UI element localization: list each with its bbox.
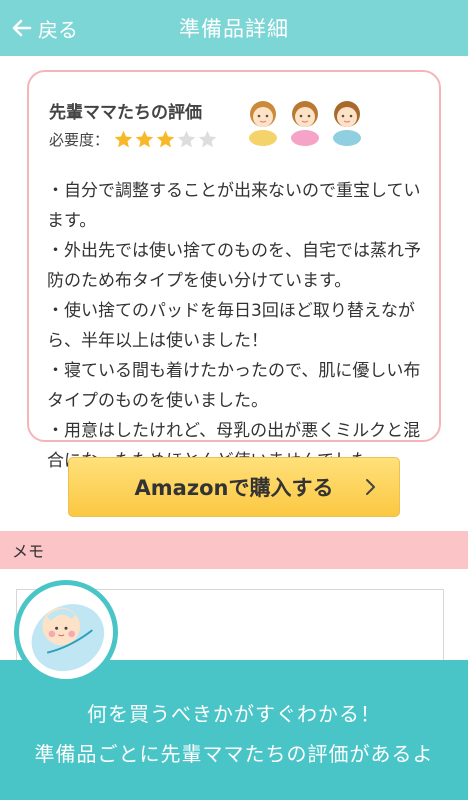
mom-illustration-icon: [291, 101, 319, 146]
back-label: 戻る: [38, 17, 78, 42]
banner-headline: 何を買うべきかがすぐわかる！: [87, 702, 381, 726]
mom-illustrations: [243, 94, 367, 146]
review-title: 先輩ママたちの評価: [49, 103, 202, 123]
review-comment: ・寝ている間も着けたかったので、肌に優しい布タイプのものを使いました。: [47, 361, 421, 411]
memo-label: メモ: [12, 542, 45, 561]
mom-illustration-icon: [249, 101, 277, 146]
review-comment: ・自分で調整することが出来ないので重宝しています。: [47, 181, 421, 231]
amazon-buy-button[interactable]: Amazonで購入する: [68, 457, 400, 517]
review-comments: ・自分で調整することが出来ないので重宝しています。 ・外出先では使い捨てのものを…: [47, 176, 429, 476]
star-empty-icon: [198, 130, 217, 148]
page-title: 準備品詳細: [179, 17, 289, 41]
chevron-right-icon: [366, 479, 375, 495]
necessity-rating: 必要度：: [49, 129, 218, 150]
baby-icon: [14, 580, 118, 684]
review-comment: ・外出先では使い捨てのものを、自宅では蒸れ予防のため布タイプを使い分けています。: [47, 241, 421, 291]
review-card: 先輩ママたちの評価 必要度： ・自分で調整することが出来ないので重宝しています。…: [27, 70, 441, 471]
arrow-left-icon: [12, 19, 32, 37]
necessity-label: 必要度：: [49, 131, 110, 149]
amazon-buy-label: Amazonで購入する: [134, 476, 334, 500]
review-comment: ・使い捨てのパッドを毎日3回ほど取り替えながら、半年以上は使いました！: [47, 301, 415, 351]
star-rating: [113, 129, 218, 150]
star-filled-icon: [114, 130, 133, 148]
back-button[interactable]: 戻る: [10, 0, 78, 56]
review-header: 先輩ママたちの評価 必要度：: [49, 98, 218, 150]
banner-subline: 準備品ごとに先輩ママたちの評価があるよ: [34, 742, 434, 766]
star-filled-icon: [156, 130, 175, 148]
header-bar: 戻る 準備品詳細: [0, 0, 468, 56]
memo-header: メモ: [0, 531, 468, 569]
star-empty-icon: [177, 130, 196, 148]
mom-illustration-icon: [333, 101, 361, 146]
star-filled-icon: [135, 130, 154, 148]
